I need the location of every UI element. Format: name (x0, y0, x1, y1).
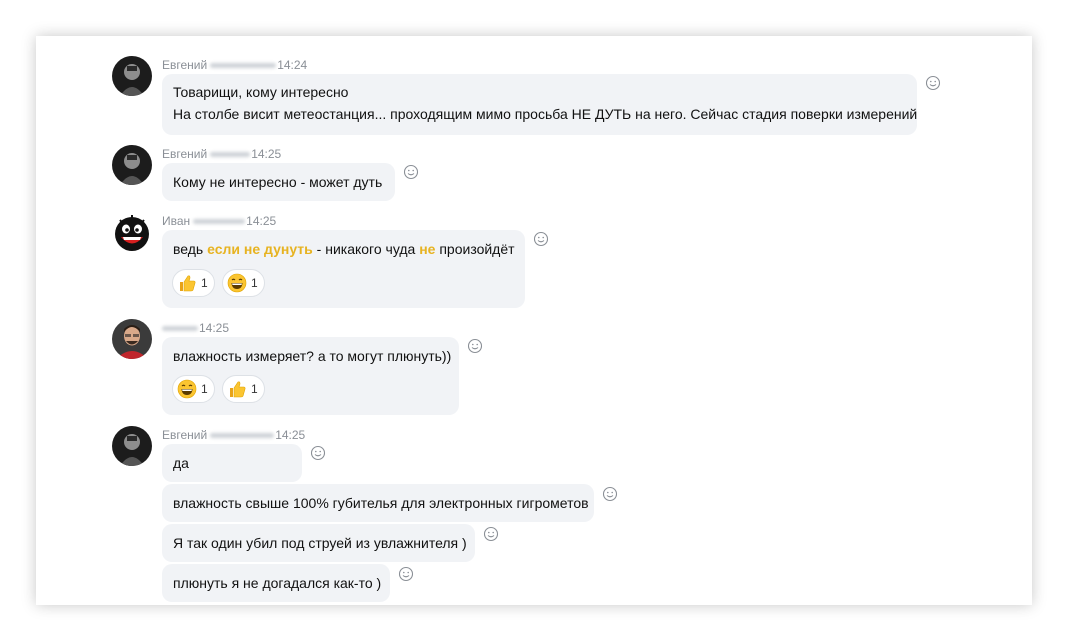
add-reaction-icon[interactable] (310, 445, 326, 461)
thumbs-up-emoji-icon (180, 275, 196, 292)
reaction-count: 1 (251, 276, 258, 290)
add-reaction-icon[interactable] (467, 338, 483, 354)
message-bubble[interactable]: плюнуть я не догадался как-то ) (162, 564, 390, 602)
author-name: Иван (162, 214, 191, 228)
highlighted-text: не (419, 241, 436, 257)
message-bubble[interactable]: ведь если не дунуть - никакого чуда не п… (162, 230, 525, 308)
blurred-surname (210, 432, 275, 438)
reaction-thumbs-up[interactable]: 1 (222, 375, 265, 403)
avatar-evgeniy[interactable] (112, 56, 152, 96)
author-name: Евгений (162, 58, 208, 72)
message-bubble[interactable]: влажность свыше 100% губителья для элект… (162, 484, 594, 522)
add-reaction-icon[interactable] (398, 566, 414, 582)
text-segment: произойдёт (435, 241, 515, 257)
message-bubble[interactable]: Кому не интересно - может дуть (162, 163, 395, 201)
add-reaction-icon[interactable] (403, 164, 419, 180)
avatar-evgeniy[interactable] (112, 426, 152, 466)
reaction-count: 1 (251, 382, 258, 396)
message-meta: Евгений 14:25 (162, 146, 281, 162)
thumbs-up-emoji-icon (230, 381, 246, 398)
blurred-surname (210, 62, 277, 68)
author-name: Евгений (162, 428, 208, 442)
blurred-surname (210, 151, 251, 157)
highlighted-text: если не дунуть (207, 241, 313, 257)
reaction-thumbs-up[interactable]: 1 (172, 269, 215, 297)
message-text: влажность свыше 100% губителья для элект… (173, 495, 589, 511)
add-reaction-icon[interactable] (925, 75, 941, 91)
avatar-ivan[interactable] (112, 212, 152, 252)
add-reaction-icon[interactable] (533, 231, 549, 247)
add-reaction-icon[interactable] (602, 486, 618, 502)
reaction-count: 1 (201, 276, 208, 290)
message-time: 14:25 (246, 214, 277, 228)
message-text: Я так один убил под струей из увлажнител… (173, 535, 467, 551)
laughing-emoji-icon (227, 273, 247, 293)
message-text: Товарищи, кому интересно (173, 84, 349, 100)
message-bubble[interactable]: влажность измеряет? а то могут плюнуть))… (162, 337, 459, 415)
blurred-surname (193, 218, 246, 224)
message-time: 14:25 (199, 321, 230, 335)
message-time: 14:25 (275, 428, 306, 442)
avatar-evgeniy[interactable] (112, 145, 152, 185)
blurred-name (162, 325, 198, 331)
message-meta: Евгений 14:24 (162, 57, 307, 73)
message-meta: 14:25 (162, 320, 229, 336)
message-meta: Иван 14:25 (162, 213, 276, 229)
message-time: 14:25 (251, 147, 282, 161)
message-text: да (173, 455, 189, 471)
message-text: На столбе висит метеостанция... проходящ… (173, 106, 918, 122)
message-text: плюнуть я не догадался как-то ) (173, 575, 382, 591)
message-bubble[interactable]: Товарищи, кому интересно На столбе висит… (162, 74, 917, 135)
author-name: Евгений (162, 147, 208, 161)
reaction-laughing[interactable]: 1 (222, 269, 265, 297)
message-text: ведь если не дунуть - никакого чуда не п… (173, 241, 515, 257)
reaction-laughing[interactable]: 1 (172, 375, 215, 403)
reaction-count: 1 (201, 382, 208, 396)
message-text: Кому не интересно - может дуть (173, 174, 383, 190)
add-reaction-icon[interactable] (483, 526, 499, 542)
text-segment: ведь (173, 241, 208, 257)
message-text: влажность измеряет? а то могут плюнуть)) (173, 348, 452, 364)
message-bubble[interactable]: да (162, 444, 302, 482)
message-time: 14:24 (277, 58, 308, 72)
chat-panel: Евгений 14:24 Товарищи, кому интересно Н… (36, 36, 1032, 605)
text-segment: - никакого чуда (312, 241, 420, 257)
message-bubble[interactable]: Я так один убил под струей из увлажнител… (162, 524, 475, 562)
laughing-emoji-icon (177, 379, 197, 399)
message-meta: Евгений 14:25 (162, 427, 305, 443)
avatar-user[interactable] (112, 319, 152, 359)
